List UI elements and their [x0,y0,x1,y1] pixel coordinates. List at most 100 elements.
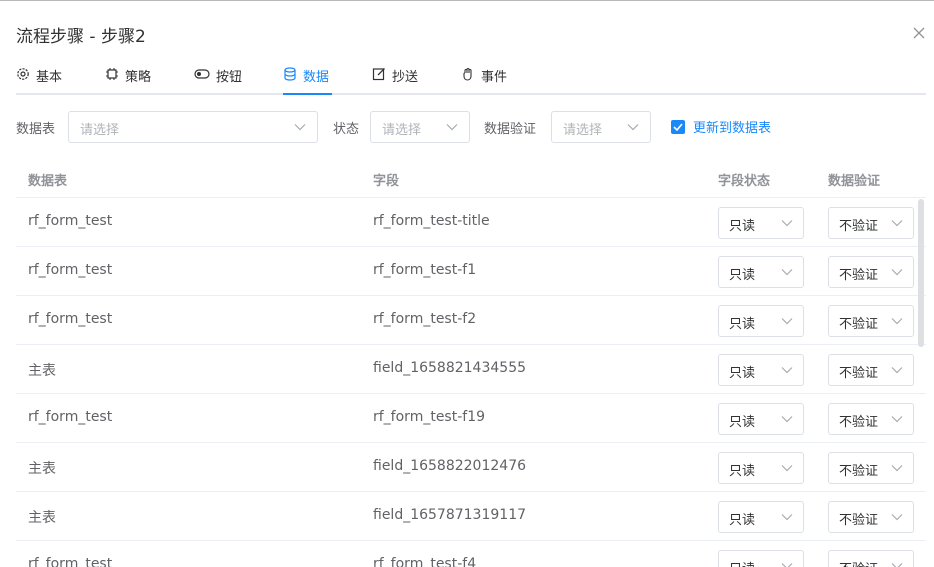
chevron-down-icon [781,269,793,276]
fields-table: 数据表 字段 字段状态 数据验证 rf_form_test rf_form_tes… [16,159,926,567]
table-scrollbar[interactable] [918,199,924,347]
table-row: rf_form_test rf_form_test-title 只读 不验证 [16,198,926,247]
cell-field: field_1657871319117 [373,507,527,523]
table-row: rf_form_test rf_form_test-f1 只读 不验证 [16,247,926,296]
chevron-down-icon [781,416,793,423]
validation-select[interactable]: 不验证 [828,452,914,484]
field-status-select[interactable]: 只读 [718,550,804,567]
validation-select[interactable]: 不验证 [828,305,914,337]
validation-select[interactable]: 不验证 [828,501,914,533]
chevron-down-icon [891,269,903,276]
toggle-icon [194,69,210,79]
database-icon [284,67,296,81]
chevron-down-icon [891,220,903,227]
validation-select[interactable]: 不验证 [828,354,914,386]
table-row: 主表 field_1658821434555 只读 不验证 [16,345,926,394]
validation-value: 不验证 [839,513,879,528]
field-status-value: 只读 [729,558,755,567]
tab-label: 数据 [303,70,330,85]
check-icon [673,122,683,131]
tab-label: 抄送 [392,70,419,85]
cell-table: rf_form_test [28,213,113,229]
cell-table: rf_form_test [28,556,113,567]
status-filter-label: 状态 [333,122,360,137]
dialog-title: 流程步骤 - 步骤2 [16,27,146,47]
cell-table: 主表 [28,461,56,477]
chevron-down-icon [891,563,903,567]
chevron-down-icon [781,465,793,472]
chevron-down-icon [891,318,903,325]
chevron-down-icon [627,124,639,131]
table-filter-select[interactable]: 请选择 [68,111,318,143]
chevron-down-icon [891,465,903,472]
validation-value: 不验证 [839,366,879,381]
validation-select[interactable]: 不验证 [828,403,914,435]
field-status-select[interactable]: 只读 [718,207,804,239]
chevron-down-icon [781,318,793,325]
table-row: rf_form_test rf_form_test-f19 只读 不验证 [16,394,926,443]
checkbox-box[interactable] [671,119,685,134]
chevron-down-icon [781,563,793,567]
field-status-value: 只读 [729,317,756,332]
edit-icon [372,68,385,81]
table-row: rf_form_test rf_form_test-f4 只读 不验证 [16,541,926,567]
tab-basic[interactable]: 基本 [16,60,62,95]
column-header-field-status: 字段状态 [718,174,771,189]
tab-label: 基本 [36,70,63,85]
validation-value: 不验证 [839,415,879,430]
chevron-down-icon [891,367,903,374]
status-filter-placeholder: 请选择 [382,123,422,138]
field-status-select[interactable]: 只读 [718,256,804,288]
tab-label: 策略 [125,70,152,85]
field-status-select[interactable]: 只读 [718,452,804,484]
chevron-down-icon [891,514,903,521]
update-to-table-checkbox[interactable]: 更新到数据表 [671,117,771,136]
cell-table: 主表 [28,510,56,526]
cell-table: 主表 [28,363,56,379]
active-tab-indicator [283,93,332,95]
cell-field: rf_form_test-f4 [373,556,477,567]
validation-select[interactable]: 不验证 [828,207,914,239]
field-status-value: 只读 [729,464,756,479]
field-status-value: 只读 [729,513,756,528]
validation-value: 不验证 [839,464,879,479]
validation-select[interactable]: 不验证 [828,550,914,567]
validation-value: 不验证 [839,219,879,234]
tab-data[interactable]: 数据 [283,60,329,95]
tab-buttons[interactable]: 按钮 [194,60,242,95]
chip-icon [106,68,118,80]
status-filter-select[interactable]: 请选择 [370,111,470,143]
chevron-down-icon [781,367,793,374]
field-status-select[interactable]: 只读 [718,305,804,337]
validation-filter-label: 数据验证 [484,122,537,137]
table-filter-placeholder: 请选择 [80,123,120,138]
filter-bar: 数据表 请选择 状态 请选择 数据验证 请选择 更新到数据表 [16,111,926,143]
tab-cc[interactable]: 抄送 [372,60,418,95]
chevron-down-icon [781,220,793,227]
validation-value: 不验证 [839,317,879,332]
field-status-select[interactable]: 只读 [718,354,804,386]
field-status-select[interactable]: 只读 [718,501,804,533]
close-button[interactable] [908,22,930,44]
update-to-table-label: 更新到数据表 [693,121,772,136]
chevron-down-icon [446,124,458,131]
validation-filter-placeholder: 请选择 [563,123,603,138]
cell-field: rf_form_test-title [373,213,490,229]
tab-strategy[interactable]: 策略 [105,60,151,95]
table-row: rf_form_test rf_form_test-f2 只读 不验证 [16,296,926,345]
top-border [0,0,934,1]
field-status-select[interactable]: 只读 [718,403,804,435]
validation-filter-select[interactable]: 请选择 [551,111,651,143]
cell-field: field_1658822012476 [373,458,527,474]
cell-field: rf_form_test-f1 [373,262,477,278]
tab-events[interactable]: 事件 [461,60,507,95]
table-header: 数据表 字段 字段状态 数据验证 [16,159,926,198]
cell-field: rf_form_test-f2 [373,311,477,327]
cell-field: rf_form_test-f19 [373,409,486,425]
gear-icon [17,68,29,80]
hand-icon [463,67,472,81]
validation-select[interactable]: 不验证 [828,256,914,288]
field-status-value: 只读 [729,219,756,234]
close-icon [913,27,925,39]
tab-bar: 基本 策略 按钮 数据 抄送 事件 [16,60,926,95]
